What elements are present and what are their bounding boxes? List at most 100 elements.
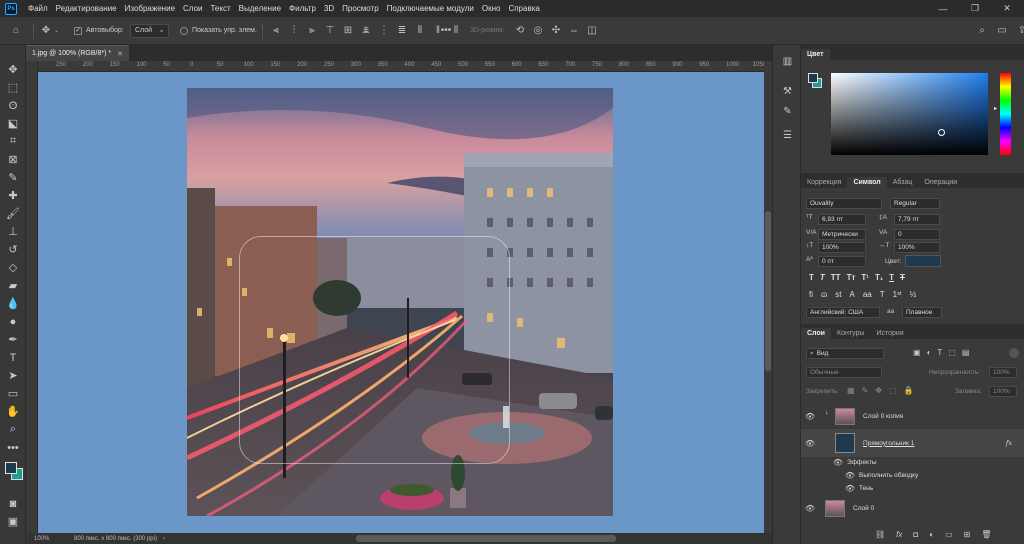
ordinal-button[interactable]: T: [880, 290, 885, 299]
titling-button[interactable]: A: [849, 290, 854, 299]
filter-toggle[interactable]: [1009, 348, 1019, 358]
color-swatches[interactable]: [2, 457, 24, 483]
brushes-icon[interactable]: ✎: [779, 103, 796, 120]
blur-tool-icon[interactable]: 💧: [3, 295, 23, 312]
blend-mode-select[interactable]: Обычные: [806, 367, 882, 378]
swash-button[interactable]: ɷ: [821, 290, 827, 299]
filter-adjustment-icon[interactable]: ◐: [927, 348, 932, 357]
libraries-icon[interactable]: ▥: [779, 53, 796, 70]
layer-row-rectangle[interactable]: 👁 Прямоугольник 1 fx: [801, 429, 1024, 457]
new-group-icon[interactable]: ▭: [945, 530, 953, 539]
vertical-scrollbar[interactable]: [764, 61, 772, 533]
clone-stamp-tool-icon[interactable]: ⊥: [3, 223, 23, 240]
contextual-button[interactable]: aa: [863, 290, 872, 299]
effect-stroke-row[interactable]: 👁 Выполнить обводку: [801, 468, 1024, 482]
align-center-icon[interactable]: ⫶: [286, 23, 302, 39]
type-tool-icon[interactable]: T: [3, 349, 23, 366]
healing-brush-tool-icon[interactable]: ✚: [3, 187, 23, 204]
scale-3d-icon[interactable]: ◫: [584, 23, 600, 39]
zoom-level[interactable]: 100%: [34, 536, 68, 542]
menu-window[interactable]: Окно: [478, 4, 505, 13]
filter-shape-icon[interactable]: ⬚: [948, 348, 956, 357]
hue-slider-handle[interactable]: ▸: [994, 105, 997, 112]
zoom-tool-icon[interactable]: ⌕: [3, 421, 23, 438]
marquee-tool-icon[interactable]: ⬚: [3, 79, 23, 96]
stylistic-button[interactable]: st: [835, 290, 841, 299]
ordinals-button[interactable]: 1ˢᵗ: [893, 290, 902, 299]
baseline-field[interactable]: 0 пт: [818, 256, 866, 267]
link-layers-icon[interactable]: ⛓: [875, 530, 885, 539]
tab-color[interactable]: Цвет: [801, 49, 830, 60]
color-picker-cursor[interactable]: [938, 129, 945, 136]
crop-tool-icon[interactable]: ⌗: [3, 133, 23, 150]
menu-select[interactable]: Выделение: [235, 4, 285, 13]
fractions-button[interactable]: ½: [910, 290, 917, 299]
workspace-icon[interactable]: ▭: [994, 23, 1010, 39]
lock-transparent-icon[interactable]: ▦: [847, 386, 855, 395]
close-button[interactable]: ✕: [992, 0, 1022, 17]
history-brush-tool-icon[interactable]: ↺: [3, 241, 23, 258]
tab-history[interactable]: История: [870, 328, 909, 339]
foreground-color-swatch[interactable]: [5, 462, 17, 474]
adjust-icon[interactable]: ☰: [779, 127, 796, 144]
dodge-tool-icon[interactable]: ●: [3, 313, 23, 330]
horizontal-scroll-thumb[interactable]: [356, 535, 616, 542]
menu-image[interactable]: Изображение: [121, 4, 179, 13]
quick-mask-icon[interactable]: ◙: [3, 495, 23, 512]
maximize-button[interactable]: ❐: [960, 0, 990, 17]
lock-all-icon[interactable]: 🔒: [904, 386, 914, 395]
pen-tool-icon[interactable]: ✒: [3, 331, 23, 348]
font-style-select[interactable]: Regular: [890, 198, 940, 209]
move-tool-icon[interactable]: ✥: [38, 23, 54, 39]
tracking-field[interactable]: 0: [894, 229, 940, 240]
lasso-tool-icon[interactable]: ʘ: [3, 97, 23, 114]
tab-paths[interactable]: Контуры: [831, 328, 870, 339]
font-family-select[interactable]: Ouvality: [806, 198, 882, 209]
align-top-icon[interactable]: ⊤: [322, 23, 338, 39]
lock-position-icon[interactable]: ✥: [875, 386, 882, 395]
add-style-icon[interactable]: fx: [896, 530, 902, 539]
lock-pixels-icon[interactable]: ✎: [862, 386, 869, 395]
tool-presets-icon[interactable]: ⚒: [779, 83, 796, 100]
opacity-field[interactable]: 100%: [989, 367, 1017, 378]
add-mask-icon[interactable]: ◘: [913, 530, 918, 539]
autoselect-dropdown[interactable]: Слой: [130, 23, 169, 38]
distribute-bottom-icon[interactable]: ≣: [394, 23, 410, 39]
menu-file[interactable]: Файл: [24, 4, 52, 13]
document-info[interactable]: 800 пикс. x 800 пикс. (300 ppi): [74, 536, 157, 542]
hand-tool-icon[interactable]: ✋: [3, 403, 23, 420]
minimize-button[interactable]: —: [928, 0, 958, 17]
leading-field[interactable]: 7,79 пт: [894, 214, 940, 225]
menu-view[interactable]: Просмотр: [338, 4, 383, 13]
document-tab[interactable]: 1.jpg @ 100% (RGB/8*) * ✕: [26, 45, 129, 61]
font-size-field[interactable]: 6,93 пт: [818, 214, 866, 225]
visibility-eye-icon[interactable]: 👁: [803, 504, 817, 513]
more-tools-icon[interactable]: •••: [3, 439, 23, 456]
path-select-tool-icon[interactable]: ➤: [3, 367, 23, 384]
menu-text[interactable]: Текст: [206, 4, 234, 13]
align-middle-icon[interactable]: ⊞: [340, 23, 356, 39]
strikethrough-button[interactable]: Ŧ: [900, 273, 905, 282]
slide-3d-icon[interactable]: ⇔: [566, 23, 582, 39]
menu-3d[interactable]: 3D: [320, 4, 338, 13]
search-icon[interactable]: ⌕: [974, 23, 990, 39]
ligature-button[interactable]: fi: [809, 290, 813, 299]
visibility-eye-icon[interactable]: 👁: [803, 439, 817, 448]
faux-bold-button[interactable]: T: [809, 273, 814, 282]
faux-italic-button[interactable]: T: [820, 273, 825, 282]
filter-pixel-icon[interactable]: ▣: [913, 348, 921, 357]
rounded-rectangle-shape[interactable]: [239, 236, 510, 464]
menu-filter[interactable]: Фильтр: [285, 4, 320, 13]
gradient-tool-icon[interactable]: ▰: [3, 277, 23, 294]
layer-filter-select[interactable]: ⌕ Вид: [806, 348, 884, 359]
tab-layers[interactable]: Слои: [801, 328, 831, 339]
distribute-top-icon[interactable]: ≡: [358, 23, 374, 39]
delete-layer-icon[interactable]: 🗑: [981, 530, 991, 539]
rectangle-tool-icon[interactable]: ▭: [3, 385, 23, 402]
antialias-select[interactable]: Плавное: [902, 307, 942, 318]
effect-shadow-row[interactable]: 👁 Тень: [801, 481, 1024, 495]
show-controls-checkbox[interactable]: Показать упр. элем.: [180, 22, 257, 39]
menu-help[interactable]: Справка: [504, 4, 543, 13]
menu-plugins[interactable]: Подключаемые модули: [383, 4, 478, 13]
vertical-scale-field[interactable]: 100%: [818, 242, 866, 253]
